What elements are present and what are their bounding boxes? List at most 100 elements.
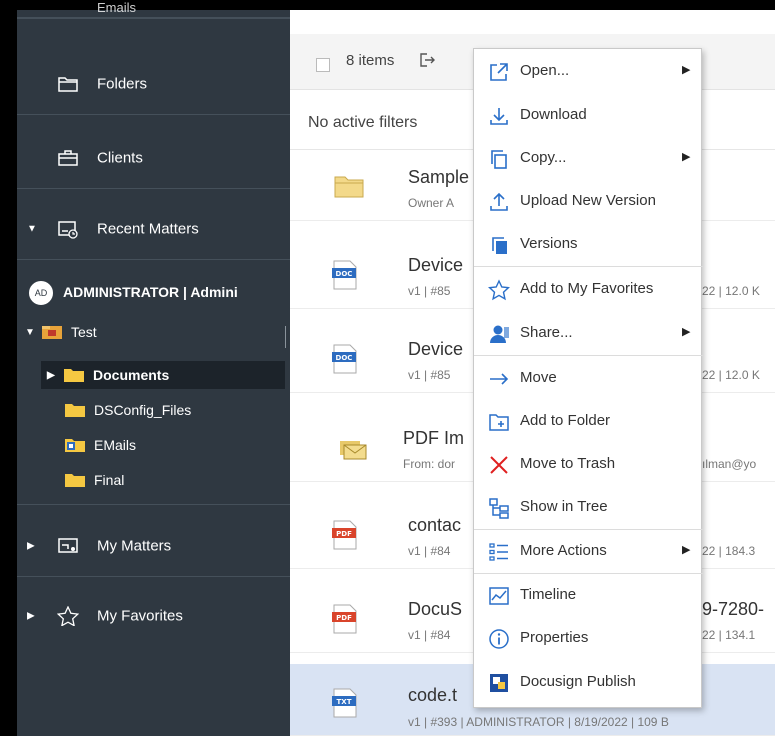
menu-divider (474, 266, 703, 267)
sidebar-item-clients[interactable]: Clients (17, 127, 290, 189)
pdf-file-icon: PDF (332, 604, 358, 634)
menu-item-upload-new-version[interactable]: Upload New Version (474, 180, 703, 223)
txt-file-icon: TXT (332, 688, 358, 718)
svg-text:PDF: PDF (336, 530, 352, 538)
divider (17, 18, 290, 19)
sidebar-item-label: Emails (97, 0, 137, 15)
menu-item-timeline[interactable]: Timeline (474, 574, 703, 617)
tree-item-dsconfig-files[interactable]: DSConfig_Files (64, 396, 191, 424)
tree-item-final[interactable]: Final (64, 466, 124, 494)
menu-item-show-in-tree[interactable]: Show in Tree (474, 486, 703, 529)
sidebar-item-label: My Favorites (97, 607, 183, 625)
caret-right-icon[interactable]: ▶ (27, 611, 35, 622)
caret-down-icon[interactable]: ▼ (27, 223, 37, 234)
submenu-arrow-icon: ▶ (682, 151, 691, 163)
tree-label: Final (94, 472, 125, 488)
caret-right-icon[interactable]: ▶ (47, 370, 57, 381)
info-icon (488, 628, 510, 650)
svg-text:TXT: TXT (337, 698, 352, 706)
email-folder-icon (64, 437, 86, 453)
user-name: ADMINISTRATOR | Admini (63, 284, 238, 300)
file-name[interactable]: code.t (408, 685, 457, 706)
tree-item-documents[interactable]: ▶ Documents (41, 361, 285, 389)
menu-item-copy[interactable]: Copy... ▶ (474, 137, 703, 180)
active-filters-label: No active filters (308, 114, 418, 131)
sidebar-item-label: Folders (97, 75, 148, 92)
file-name[interactable]: contac (408, 515, 461, 536)
versions-icon (488, 234, 510, 256)
briefcase-icon (57, 148, 79, 168)
svg-text:DOC: DOC (336, 270, 353, 278)
tree-label: Test (71, 324, 97, 340)
tree-label: EMails (94, 437, 137, 453)
move-arrow-icon (488, 368, 510, 390)
menu-item-add-to-folder[interactable]: Add to Folder (474, 400, 703, 443)
sidebar-item-recent-matters[interactable]: ▼ Recent Matters (17, 198, 290, 260)
folder-icon (64, 402, 86, 418)
star-icon (56, 605, 80, 627)
file-meta: v1 | #85 (408, 368, 451, 382)
open-external-icon (488, 61, 510, 83)
copy-icon (488, 148, 510, 170)
export-icon[interactable] (419, 52, 435, 72)
tree-item-test[interactable]: ▼ Test (25, 318, 97, 346)
menu-item-versions[interactable]: Versions (474, 223, 703, 266)
divider (17, 504, 290, 505)
sidebar-item-my-favorites[interactable]: ▶ My Favorites (17, 585, 290, 647)
doc-file-icon: DOC (332, 344, 358, 374)
menu-item-more-actions[interactable]: More Actions ▶ (474, 530, 703, 573)
file-name[interactable]: DocuS (408, 599, 462, 620)
menu-item-download[interactable]: Download (474, 94, 703, 137)
trash-x-icon (488, 454, 510, 476)
window-frame-left (0, 0, 17, 736)
my-matters-icon (57, 536, 79, 556)
menu-item-open[interactable]: Open... ▶ (474, 50, 703, 93)
sidebar-item-label: Recent Matters (97, 220, 199, 237)
menu-item-add-to-favorites[interactable]: Add to My Favorites (474, 268, 703, 311)
star-icon (487, 279, 511, 301)
menu-item-move-to-trash[interactable]: Move to Trash (474, 443, 703, 486)
folder-icon (57, 74, 79, 94)
file-name[interactable]: Device (408, 339, 463, 360)
menu-item-docusign-publish[interactable]: Docusign Publish (474, 661, 703, 704)
add-to-folder-icon (488, 411, 510, 433)
tree-item-emails[interactable]: EMails (64, 431, 136, 459)
submenu-arrow-icon: ▶ (682, 544, 691, 556)
tree-label: DSConfig_Files (94, 402, 192, 418)
recent-matters-icon (57, 219, 79, 239)
menu-item-move[interactable]: Move (474, 357, 703, 400)
items-count: 8 items (346, 52, 395, 69)
doc-file-icon: DOC (332, 260, 358, 290)
file-name-right: 9-7280- (702, 599, 765, 619)
file-meta: v1 | #84 (408, 628, 451, 642)
sidebar-item-label: My Matters (97, 537, 172, 554)
user-matter-row[interactable]: AD ADMINISTRATOR | Admini (17, 275, 290, 309)
file-name[interactable]: PDF Im (403, 428, 464, 449)
resize-handle[interactable] (285, 326, 286, 348)
caret-down-icon[interactable]: ▼ (25, 327, 35, 338)
file-meta-right: 22 | 184.3 (702, 544, 756, 558)
pdf-file-icon: PDF (332, 520, 358, 550)
folder-icon (63, 367, 85, 383)
select-all-checkbox[interactable] (316, 58, 330, 72)
file-meta-right: 22 | 12.0 K (702, 284, 760, 298)
sidebar-item-emails[interactable]: Emails (17, 0, 290, 18)
file-meta-right: ılman@yo (702, 457, 757, 471)
sidebar-item-folders[interactable]: Folders (17, 53, 290, 115)
avatar: AD (29, 281, 53, 305)
svg-text:DOC: DOC (336, 354, 353, 362)
docusign-icon (488, 672, 510, 694)
sidebar-item-my-matters[interactable]: ▶ My Matters (17, 515, 290, 577)
file-meta: Owner A (408, 196, 455, 210)
menu-item-properties[interactable]: Properties (474, 617, 703, 660)
caret-right-icon[interactable]: ▶ (27, 540, 35, 551)
file-meta: v1 | #84 (408, 544, 451, 558)
file-name[interactable]: Device (408, 255, 463, 276)
tree-label: Documents (93, 367, 170, 383)
file-name[interactable]: Sample (408, 167, 469, 188)
menu-item-share[interactable]: Share... ▶ (474, 312, 703, 355)
file-meta: v1 | #85 (408, 284, 451, 298)
matter-folder-icon (41, 324, 63, 340)
context-menu: Open... ▶ Download Copy... ▶ Upload New … (473, 48, 703, 708)
svg-text:PDF: PDF (336, 614, 352, 622)
